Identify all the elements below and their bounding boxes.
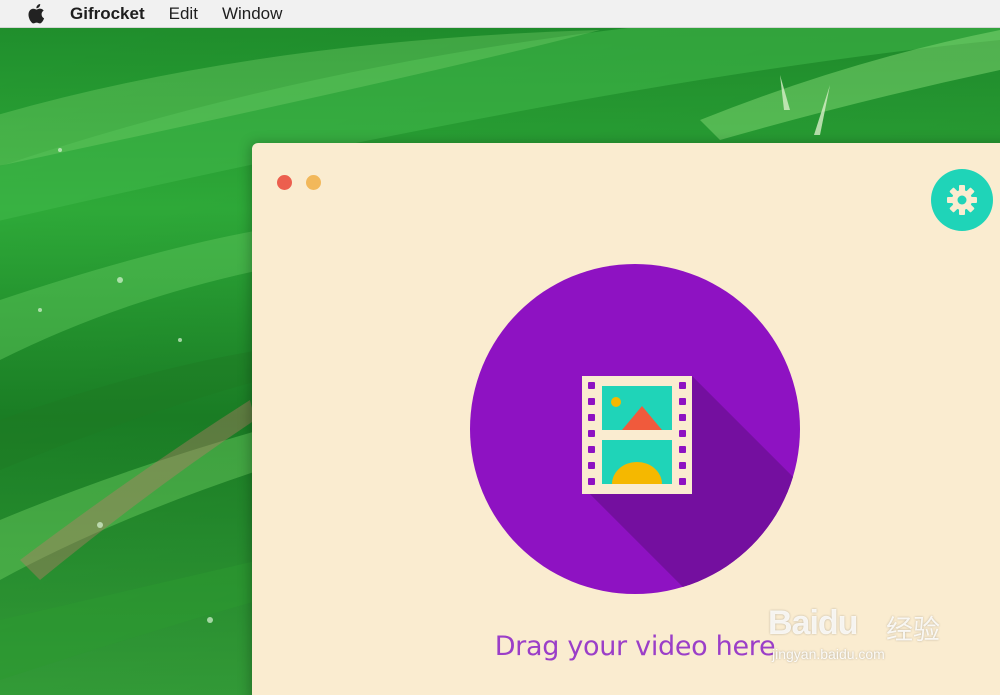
settings-button[interactable] xyxy=(931,169,993,231)
window-close-button[interactable] xyxy=(277,175,292,190)
menu-app-name[interactable]: Gifrocket xyxy=(70,0,145,28)
menu-bar: Gifrocket Edit Window xyxy=(0,0,1000,28)
menu-edit[interactable]: Edit xyxy=(169,0,198,28)
apple-glyph xyxy=(28,4,45,24)
film-image-icon xyxy=(582,376,800,594)
window-minimize-button[interactable] xyxy=(306,175,321,190)
video-drop-zone[interactable] xyxy=(470,264,800,594)
apple-icon[interactable] xyxy=(26,3,46,25)
drop-zone-label: Drag your video here xyxy=(494,631,776,662)
gear-icon xyxy=(947,185,977,215)
menu-window[interactable]: Window xyxy=(222,0,282,28)
watermark-logo: Baidu xyxy=(768,604,858,642)
watermark-logo-cn: 经验 xyxy=(886,615,940,646)
screen: Gifrocket Edit Window Drag your video he… xyxy=(0,0,1000,695)
watermark-url: jingyan.baidu.com xyxy=(772,646,885,662)
baidu-watermark: Baidu 经验 jingyan.baidu.com xyxy=(768,590,968,670)
